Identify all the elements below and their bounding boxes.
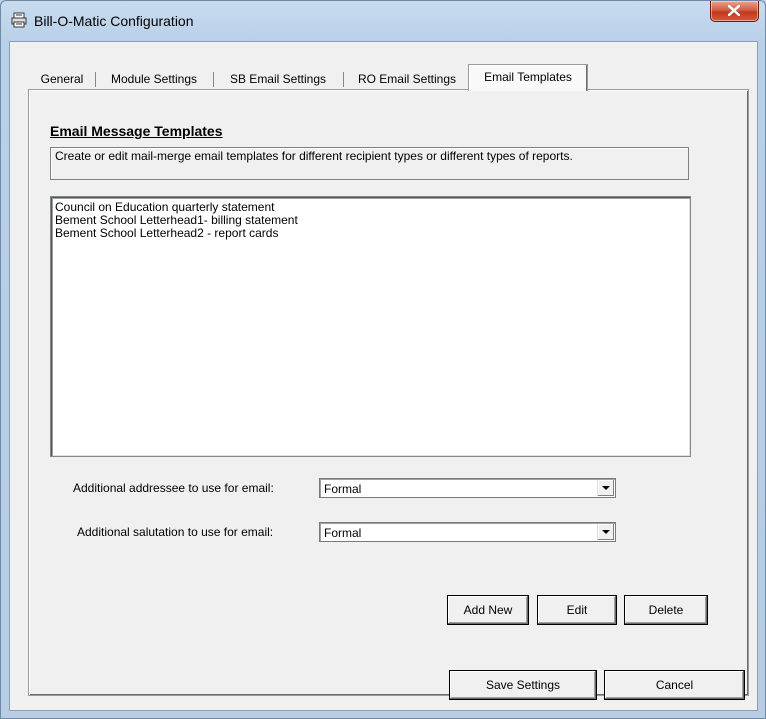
- dropdown-arrow[interactable]: [597, 524, 614, 540]
- addressee-value: Formal: [324, 482, 362, 496]
- description-box: Create or edit mail-merge email template…: [50, 147, 689, 180]
- app-icon: [11, 12, 27, 28]
- tab-general[interactable]: General: [32, 69, 92, 89]
- tab-email-templates[interactable]: Email Templates: [468, 64, 588, 91]
- chevron-down-icon: [602, 530, 610, 534]
- delete-button[interactable]: Delete: [624, 595, 708, 625]
- section-title: Email Message Templates: [50, 123, 223, 139]
- save-settings-button[interactable]: Save Settings: [449, 670, 597, 700]
- cancel-button[interactable]: Cancel: [604, 670, 745, 700]
- templates-listbox[interactable]: Council on Education quarterly statement…: [50, 196, 691, 457]
- close-icon: [728, 5, 740, 16]
- tab-separator: [343, 72, 344, 87]
- tab-ro-email-settings[interactable]: RO Email Settings: [346, 69, 468, 89]
- edit-button[interactable]: Edit: [537, 595, 617, 625]
- list-item[interactable]: Bement School Letterhead2 - report cards: [55, 227, 690, 240]
- close-button[interactable]: [710, 1, 759, 22]
- addressee-label: Additional addressee to use for email:: [73, 481, 274, 495]
- add-new-button[interactable]: Add New: [447, 595, 529, 625]
- tab-sb-email-settings[interactable]: SB Email Settings: [216, 69, 340, 89]
- tab-separator: [213, 72, 214, 87]
- salutation-select[interactable]: Formal: [319, 522, 616, 542]
- salutation-label: Additional salutation to use for email:: [77, 525, 274, 539]
- dropdown-arrow[interactable]: [597, 480, 614, 496]
- config-window: Bill-O-Matic Configuration General Modul…: [0, 0, 766, 719]
- addressee-select[interactable]: Formal: [319, 478, 616, 498]
- tab-module-settings[interactable]: Module Settings: [98, 69, 210, 89]
- chevron-down-icon: [602, 486, 610, 490]
- dialog-client: General Module Settings SB Email Setting…: [9, 41, 758, 711]
- title-bar[interactable]: Bill-O-Matic Configuration: [1, 1, 765, 41]
- window-title: Bill-O-Matic Configuration: [34, 13, 194, 29]
- tab-separator: [95, 72, 96, 87]
- salutation-value: Formal: [324, 526, 362, 540]
